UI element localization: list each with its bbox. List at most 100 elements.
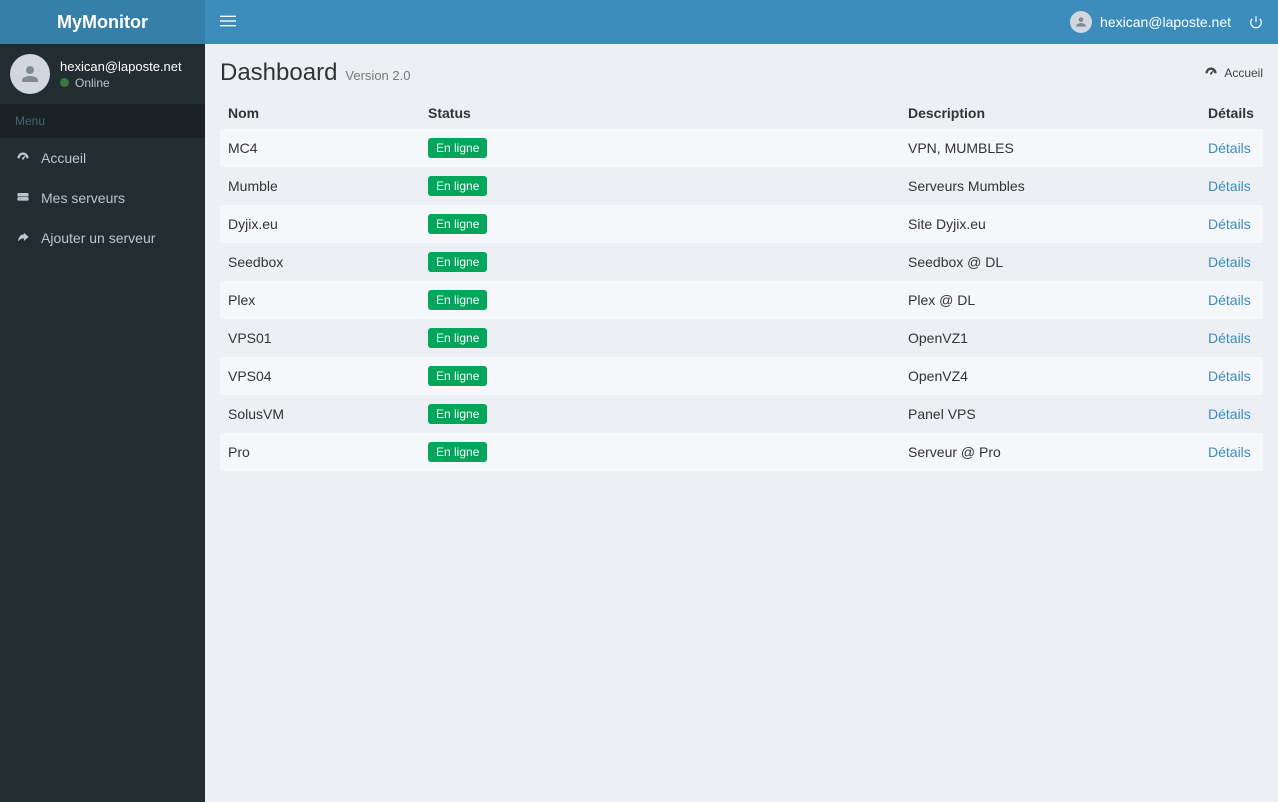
cell-details: Détails: [1200, 129, 1263, 167]
cell-description: VPN, MUMBLES: [900, 129, 1200, 167]
status-badge: En ligne: [428, 328, 487, 348]
details-link[interactable]: Détails: [1208, 292, 1251, 308]
servers-table: Nom Status Description Détails MC4 En lig…: [220, 97, 1263, 471]
logout-button[interactable]: [1249, 15, 1263, 29]
cell-description: Site Dyjix.eu: [900, 205, 1200, 243]
content: Dashboard Version 2.0 Accueil Nom Status: [205, 44, 1278, 802]
cell-name: Plex: [220, 281, 420, 319]
cell-status: En ligne: [420, 357, 900, 395]
avatar-lg: [10, 54, 50, 94]
cell-name: MC4: [220, 129, 420, 167]
page-subtitle: Version 2.0: [345, 68, 410, 83]
cell-details: Détails: [1200, 319, 1263, 357]
servers-icon: [15, 191, 31, 205]
table-row: Seedbox En ligne Seedbox @ DL Détails: [220, 243, 1263, 281]
cell-details: Détails: [1200, 205, 1263, 243]
cell-description: Plex @ DL: [900, 281, 1200, 319]
user-menu-button[interactable]: hexican@laposte.net: [1070, 11, 1231, 33]
col-header-details: Détails: [1200, 97, 1263, 129]
cell-name: VPS01: [220, 319, 420, 357]
cell-name: VPS04: [220, 357, 420, 395]
cell-name: Pro: [220, 433, 420, 471]
cell-status: En ligne: [420, 167, 900, 205]
cell-details: Détails: [1200, 395, 1263, 433]
cell-details: Détails: [1200, 281, 1263, 319]
status-badge: En ligne: [428, 290, 487, 310]
share-icon: [15, 231, 31, 245]
table-row: SolusVM En ligne Panel VPS Détails: [220, 395, 1263, 433]
sidebar-item-accueil[interactable]: Accueil: [0, 138, 205, 178]
nav-left: [220, 13, 236, 32]
topbar: MyMonitor hexican@laposte.net: [0, 0, 1278, 44]
col-header-description: Description: [900, 97, 1200, 129]
sidebar-user-info: hexican@laposte.net Online: [60, 59, 182, 90]
table-row: VPS01 En ligne OpenVZ1 Détails: [220, 319, 1263, 357]
cell-details: Détails: [1200, 243, 1263, 281]
sidebar-toggle-button[interactable]: [220, 13, 236, 32]
status-badge: En ligne: [428, 214, 487, 234]
table-row: Plex En ligne Plex @ DL Détails: [220, 281, 1263, 319]
page-title: Dashboard: [220, 59, 337, 87]
status-badge: En ligne: [428, 138, 487, 158]
cell-status: En ligne: [420, 433, 900, 471]
breadcrumb[interactable]: Accueil: [1204, 66, 1263, 80]
details-link[interactable]: Détails: [1208, 444, 1251, 460]
navbar: hexican@laposte.net: [205, 0, 1278, 44]
sidebar-item-label: Mes serveurs: [41, 190, 125, 206]
sidebar-item-label: Ajouter un serveur: [41, 230, 155, 246]
table-header-row: Nom Status Description Détails: [220, 97, 1263, 129]
table-row: MumbleEn ligneServeurs MumblesDétails: [220, 167, 1263, 205]
cell-description: Seedbox @ DL: [900, 243, 1200, 281]
sidebar-user-status: Online: [60, 76, 182, 90]
cell-description: Serveurs Mumbles: [900, 167, 1200, 205]
details-link[interactable]: Détails: [1208, 330, 1251, 346]
table-row: VPS04 En ligne OpenVZ4 Détails: [220, 357, 1263, 395]
cell-description: OpenVZ4: [900, 357, 1200, 395]
sidebar: hexican@laposte.net Online Menu Accueil …: [0, 44, 205, 802]
status-badge: En ligne: [428, 404, 487, 424]
cell-status: En ligne: [420, 281, 900, 319]
status-badge: En ligne: [428, 176, 487, 196]
cell-description: OpenVZ1: [900, 319, 1200, 357]
sidebar-item-label: Accueil: [41, 150, 86, 166]
avatar-sm: [1070, 11, 1092, 33]
table-row: Pro En ligne Serveur @ Pro Détails: [220, 433, 1263, 471]
sidebar-item-ajouter-serveur[interactable]: Ajouter un serveur: [0, 218, 205, 258]
cell-details: Détails: [1200, 433, 1263, 471]
content-body: Nom Status Description Détails MC4 En lig…: [205, 87, 1278, 486]
cell-details: Détails: [1200, 167, 1263, 205]
status-label: Online: [75, 76, 110, 90]
body: hexican@laposte.net Online Menu Accueil …: [0, 44, 1278, 802]
details-link[interactable]: Détails: [1208, 140, 1251, 156]
status-dot-icon: [60, 78, 69, 87]
brand-text: MyMonitor: [57, 12, 148, 33]
cell-status: En ligne: [420, 243, 900, 281]
cell-name: Seedbox: [220, 243, 420, 281]
details-link[interactable]: Détails: [1208, 254, 1251, 270]
details-link[interactable]: Détails: [1208, 178, 1251, 194]
cell-name: SolusVM: [220, 395, 420, 433]
details-link[interactable]: Détails: [1208, 368, 1251, 384]
user-email-top: hexican@laposte.net: [1100, 14, 1231, 30]
cell-name: Dyjix.eu: [220, 205, 420, 243]
table-row: MC4 En ligne VPN, MUMBLES Détails: [220, 129, 1263, 167]
details-link[interactable]: Détails: [1208, 216, 1251, 232]
nav-right: hexican@laposte.net: [1070, 11, 1263, 33]
sidebar-user-panel: hexican@laposte.net Online: [0, 44, 205, 104]
cell-description: Serveur @ Pro: [900, 433, 1200, 471]
content-header: Dashboard Version 2.0 Accueil: [205, 44, 1278, 87]
cell-details: Détails: [1200, 357, 1263, 395]
details-link[interactable]: Détails: [1208, 406, 1251, 422]
brand-logo[interactable]: MyMonitor: [0, 0, 205, 44]
col-header-name: Nom: [220, 97, 420, 129]
sidebar-item-mes-serveurs[interactable]: Mes serveurs: [0, 178, 205, 218]
cell-description: Panel VPS: [900, 395, 1200, 433]
sidebar-user-email: hexican@laposte.net: [60, 59, 182, 74]
table-row: Dyjix.eu En ligne Site Dyjix.eu Détails: [220, 205, 1263, 243]
breadcrumb-label: Accueil: [1224, 66, 1263, 80]
cell-status: En ligne: [420, 319, 900, 357]
status-badge: En ligne: [428, 442, 487, 462]
menu-header: Menu: [0, 104, 205, 138]
status-badge: En ligne: [428, 366, 487, 386]
status-badge: En ligne: [428, 252, 487, 272]
